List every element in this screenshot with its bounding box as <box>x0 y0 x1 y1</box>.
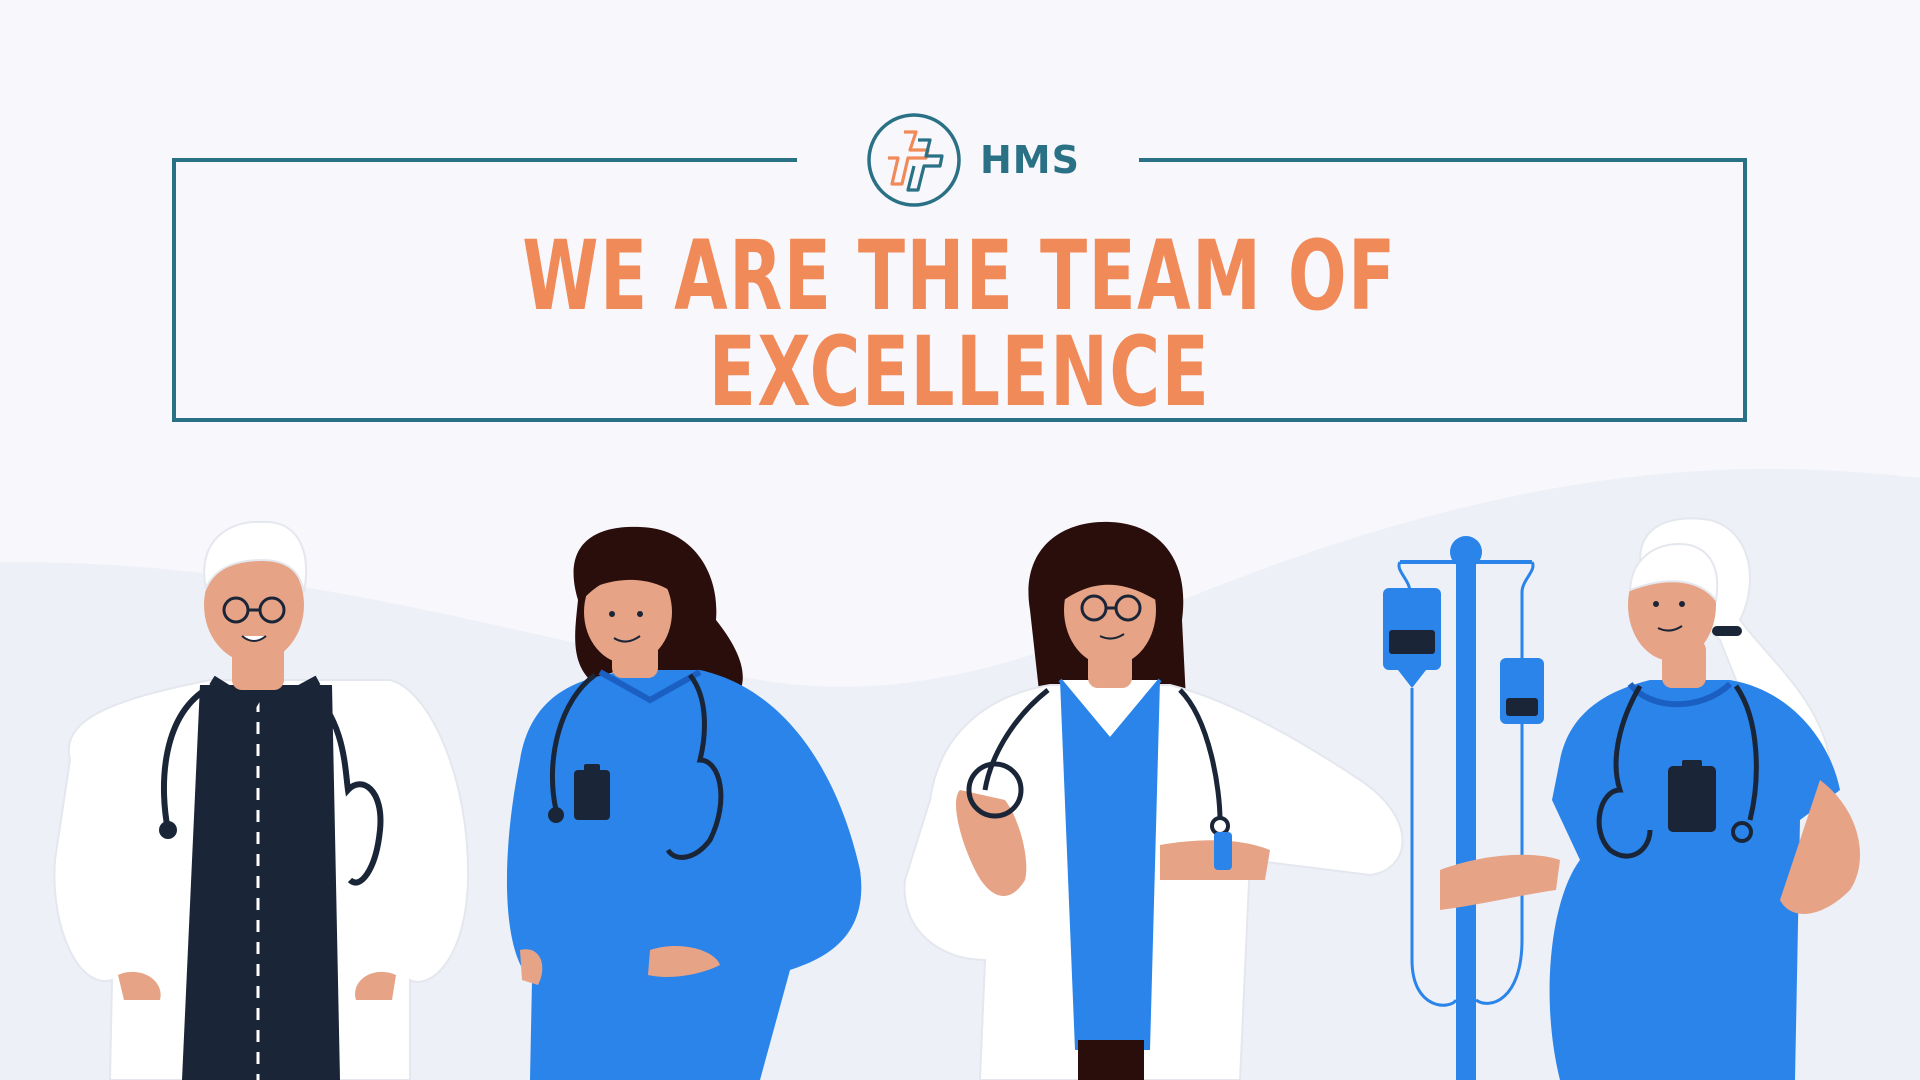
medical-team-illustration <box>53 517 1860 1080</box>
doctor-man-figure <box>53 520 470 1080</box>
nurse-woman-figure <box>506 526 862 1080</box>
iv-stand <box>1383 536 1544 1080</box>
doctor-woman-figure <box>903 521 1404 1080</box>
slide: HMS WE ARE THE TEAM OF EXCELLENCE <box>0 0 1920 1080</box>
